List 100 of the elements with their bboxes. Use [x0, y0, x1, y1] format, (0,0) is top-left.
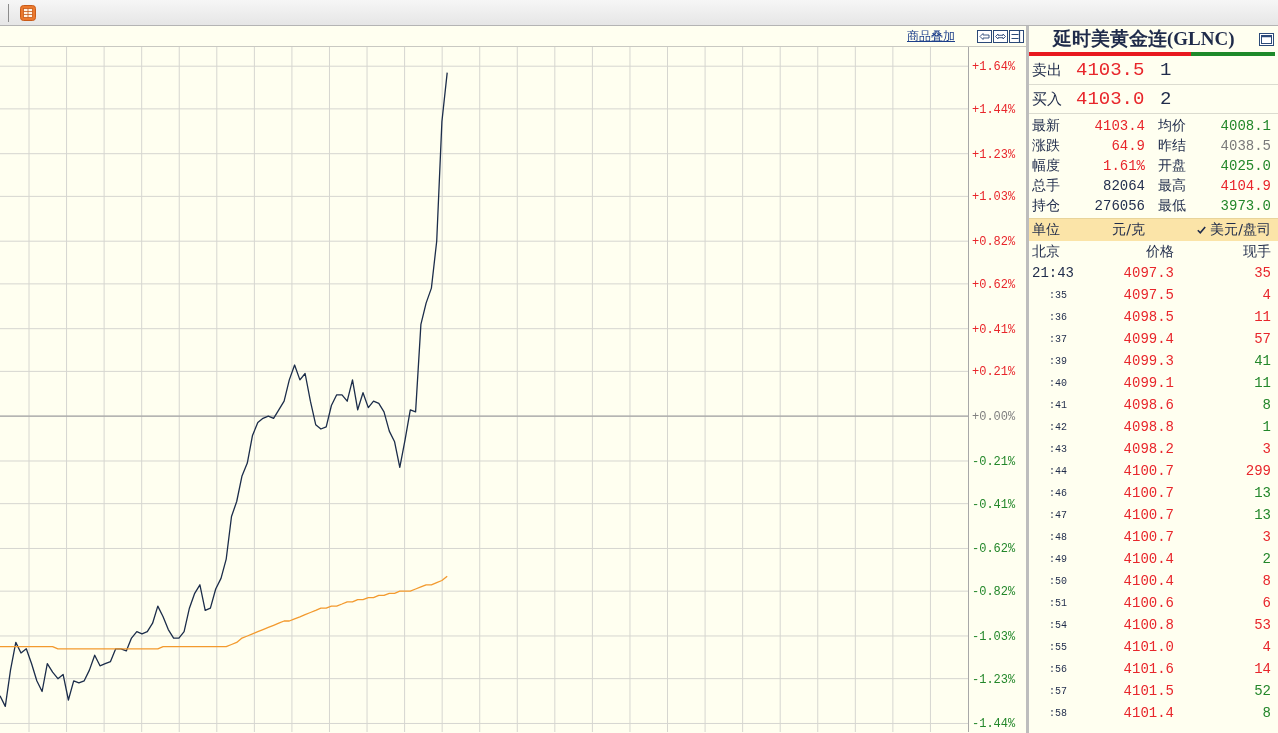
time-cell: :46: [1049, 487, 1067, 499]
order-price: 4103.0: [1076, 88, 1145, 110]
price-cell: 4100.7: [1123, 507, 1174, 523]
axis-label: -1.03%: [972, 629, 1016, 644]
time-cell: :44: [1049, 465, 1067, 477]
price-cell: 4097.3: [1123, 265, 1174, 281]
time-cell: :57: [1049, 685, 1067, 697]
volume-cell: 57: [1254, 331, 1271, 347]
maximize-icon[interactable]: [1259, 32, 1274, 46]
volume-cell: 8: [1262, 397, 1271, 413]
volume-cell: 6: [1262, 595, 1271, 611]
panel-icon[interactable]: [1009, 29, 1024, 43]
price-cell: 4100.7: [1123, 463, 1174, 479]
time-cell: :47: [1049, 509, 1067, 521]
volume-cell: 14: [1254, 661, 1271, 677]
volume-cell: 35: [1254, 265, 1271, 281]
time-cell: :40: [1049, 377, 1067, 389]
stat-label: 均价: [1158, 117, 1186, 135]
time-cell: :54: [1049, 619, 1067, 631]
axis-label: +1.44%: [972, 102, 1016, 117]
time-cell: :43: [1049, 443, 1067, 455]
stat-label: 最低: [1158, 197, 1186, 215]
time-cell: :48: [1049, 531, 1067, 543]
stat-label: 昨结: [1158, 137, 1186, 155]
axis-label: -0.62%: [972, 542, 1016, 557]
price-cell: 4100.4: [1123, 573, 1174, 589]
volume-cell: 3: [1262, 529, 1271, 545]
volume-cell: 13: [1254, 485, 1271, 501]
price-cell: 4099.4: [1123, 331, 1174, 347]
order-price: 4103.5: [1076, 59, 1145, 81]
axis-label: -1.23%: [972, 672, 1016, 687]
price-cell: 4100.8: [1123, 617, 1174, 633]
stat-label: 持仓: [1032, 197, 1060, 215]
stat-value: 1.61%: [1103, 158, 1145, 174]
price-cell: 4098.8: [1123, 419, 1174, 435]
volume-cell: 2: [1262, 551, 1271, 567]
price-cell: 4097.5: [1123, 287, 1174, 303]
unit-option[interactable]: 元/克: [1112, 221, 1145, 239]
price-cell: 4098.6: [1123, 397, 1174, 413]
time-cell: :42: [1049, 421, 1067, 433]
price-cell: 4099.1: [1123, 375, 1174, 391]
axis-label: +0.41%: [972, 322, 1016, 337]
table-icon[interactable]: [20, 4, 36, 21]
price-cell: 4101.4: [1123, 705, 1174, 721]
price-cell: 4100.7: [1123, 485, 1174, 501]
left-arrow-icon[interactable]: [977, 29, 992, 43]
stat-value: 4104.9: [1220, 178, 1271, 194]
unit-option[interactable]: 美元/盘司: [1197, 221, 1271, 239]
axis-label: +0.21%: [972, 365, 1016, 380]
volume-cell: 13: [1254, 507, 1271, 523]
volume-cell: 3: [1262, 441, 1271, 457]
price-cell: 4100.4: [1123, 551, 1174, 567]
volume-cell: 11: [1254, 309, 1271, 325]
time-cell: 21:43: [1032, 265, 1074, 281]
axis-label: -1.44%: [972, 717, 1016, 732]
volume-cell: 4: [1262, 287, 1271, 303]
column-header: 价格: [1146, 242, 1174, 261]
instrument-title: 延时美黄金连(GLNC): [1053, 28, 1235, 50]
time-cell: :35: [1049, 289, 1067, 301]
column-header: 现手: [1243, 242, 1271, 261]
order-label: 买入: [1032, 89, 1062, 109]
stat-value: 4038.5: [1220, 138, 1271, 154]
stat-value: 4103.4: [1094, 118, 1145, 134]
order-label: 卖出: [1032, 60, 1062, 80]
time-cell: :51: [1049, 597, 1067, 609]
time-cell: :39: [1049, 355, 1067, 367]
stat-label: 最新: [1032, 117, 1060, 135]
time-cell: :37: [1049, 333, 1067, 345]
axis-label: -0.82%: [972, 585, 1016, 600]
time-cell: :55: [1049, 641, 1067, 653]
overlay-link[interactable]: 商品叠加: [907, 29, 955, 43]
volume-cell: 1: [1262, 419, 1271, 435]
stat-label: 涨跌: [1032, 137, 1060, 155]
volume-cell: 11: [1254, 375, 1271, 391]
order-volume: 2: [1160, 88, 1172, 110]
volume-cell: 4: [1262, 639, 1271, 655]
price-cell: 4100.6: [1123, 595, 1174, 611]
axis-label: +1.03%: [972, 190, 1016, 205]
stat-value: 4025.0: [1220, 158, 1271, 174]
axis-label: +0.82%: [972, 235, 1016, 250]
axis-label: +0.00%: [972, 410, 1016, 425]
stat-value: 64.9: [1111, 138, 1145, 154]
axis-label: +0.62%: [972, 277, 1016, 292]
stat-value: 82064: [1103, 178, 1145, 194]
price-cell: 4101.6: [1123, 661, 1174, 677]
stat-label: 开盘: [1158, 157, 1186, 175]
axis-label: +1.23%: [972, 147, 1016, 162]
volume-cell: 8: [1262, 573, 1271, 589]
price-cell: 4098.5: [1123, 309, 1174, 325]
price-cell: 4098.2: [1123, 441, 1174, 457]
axis-label: -0.41%: [972, 497, 1016, 512]
axis-label: +1.64%: [972, 60, 1016, 75]
order-volume: 1: [1160, 59, 1172, 81]
stat-label: 最高: [1158, 177, 1186, 195]
time-cell: :50: [1049, 575, 1067, 587]
unit-label: 单位: [1032, 221, 1060, 239]
price-cell: 4101.0: [1123, 639, 1174, 655]
stat-value: 3973.0: [1220, 198, 1271, 214]
time-cell: :49: [1049, 553, 1067, 565]
stat-label: 幅度: [1032, 157, 1060, 175]
